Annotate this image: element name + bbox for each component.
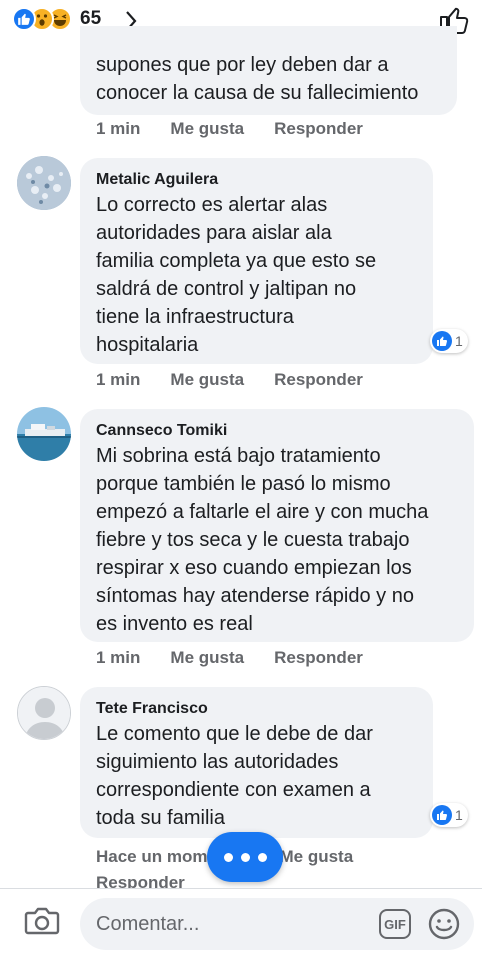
comment-time: 1 min [96, 648, 141, 667]
comment-composer: GIF [0, 888, 482, 960]
dot-icon [223, 852, 233, 862]
comment-reaction-badge[interactable]: 1 [430, 803, 468, 827]
comment-author[interactable]: Tete Francisco [96, 698, 417, 720]
comment-bubble[interactable]: Metalic Aguilera Lo correcto es alertar … [80, 158, 433, 364]
like-comment-button[interactable]: Me gusta [170, 119, 244, 139]
like-icon [12, 7, 36, 31]
dot-icon [257, 852, 267, 862]
comment-bubble[interactable]: Tete Francisco Le comento que le debe de… [80, 687, 433, 838]
avatar[interactable] [17, 407, 71, 461]
comment-time: 1 min [96, 370, 141, 389]
avatar[interactable] [17, 686, 71, 740]
like-icon [432, 805, 452, 825]
comment-text: Mi sobrina está bajo tratamiento porque … [96, 445, 429, 635]
dot-icon [240, 852, 250, 862]
like-comment-button[interactable]: Me gusta [279, 844, 353, 870]
camera-icon[interactable] [24, 905, 60, 942]
comment-reaction-count: 1 [455, 333, 463, 349]
comment-reaction-count: 1 [455, 807, 463, 823]
comment-text: Lo correcto es alertar alas autoridades … [96, 194, 377, 356]
comment-time: Hace un mom [96, 847, 208, 866]
comment-actions: 1 min Me gusta Responder [96, 370, 389, 390]
comment-actions: 1 min Me gusta Responder [96, 119, 389, 139]
like-comment-button[interactable]: Me gusta [170, 370, 244, 390]
comment-bubble[interactable]: supones que por ley deben dar a conocer … [80, 26, 457, 115]
reply-button[interactable]: Responder [274, 648, 363, 668]
reply-button[interactable]: Responder [274, 119, 363, 139]
comment-time: 1 min [96, 119, 141, 138]
comment-input[interactable] [96, 910, 366, 938]
comment-actions: 1 min Me gusta Responder [96, 648, 389, 668]
comment-author[interactable]: Cannseco Tomiki [96, 420, 458, 442]
more-options-button[interactable] [207, 832, 283, 882]
comment-text: supones que por ley deben dar a conocer … [96, 54, 419, 104]
comment-input-container: GIF [80, 898, 474, 950]
gif-button[interactable]: GIF [379, 909, 411, 939]
comment-bubble[interactable]: Cannseco Tomiki Mi sobrina está bajo tra… [80, 409, 474, 642]
like-icon [432, 331, 452, 351]
emoji-icon[interactable] [427, 907, 461, 946]
comment-author[interactable]: Metalic Aguilera [96, 169, 417, 191]
comment-text: Le comento que le debe de dar siguimient… [96, 723, 373, 829]
comment-reaction-badge[interactable]: 1 [430, 329, 468, 353]
avatar[interactable] [17, 156, 71, 210]
like-comment-button[interactable]: Me gusta [170, 648, 244, 668]
reply-button[interactable]: Responder [274, 370, 363, 390]
